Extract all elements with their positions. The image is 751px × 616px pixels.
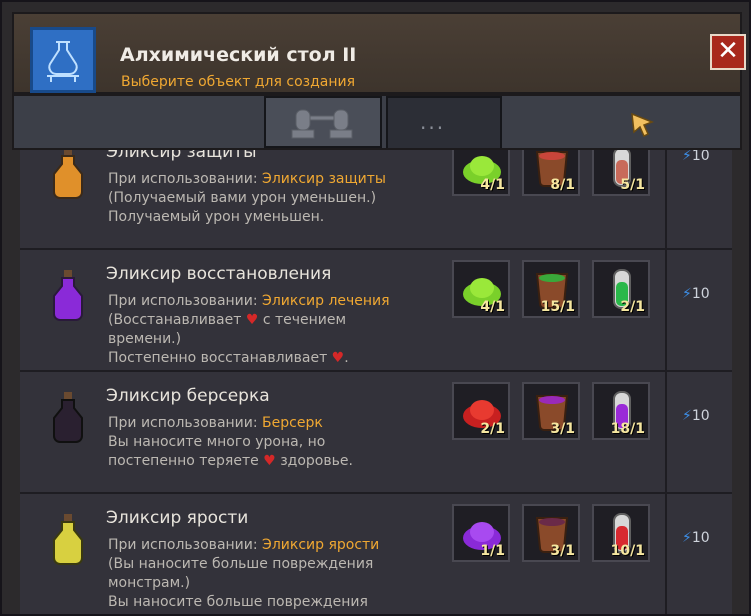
heart-icon: ♥ — [263, 453, 276, 469]
close-button[interactable]: ✕ — [710, 34, 746, 70]
recipe-name: Эликсир ярости — [106, 508, 249, 528]
orange-potion-icon — [53, 150, 83, 199]
window-subtitle: Выберите объект для создания — [121, 74, 356, 90]
recipe-row[interactable]: Эликсир восстановления При использовании… — [20, 250, 732, 372]
window-title: Алхимический стол II — [120, 44, 357, 66]
energy-icon: ⚡ — [682, 408, 692, 424]
row-divider — [665, 150, 667, 250]
recipe-name: Эликсир защиты — [106, 150, 257, 162]
craft-cost: ⚡10 — [682, 150, 710, 164]
purple-potion-icon — [53, 270, 83, 321]
ingredient-slot[interactable]: 4/1 — [452, 150, 510, 196]
cursor-icon — [631, 112, 655, 138]
row-divider — [665, 372, 667, 494]
recipe-description: При использовании: Эликсир ярости (Вы на… — [108, 537, 380, 610]
ingredient-slot[interactable]: 1/1 — [452, 504, 510, 562]
recipe-row[interactable]: Эликсир берсерка При использовании: Берс… — [20, 372, 732, 494]
black-potion-icon — [53, 392, 83, 443]
ingredient-slot[interactable]: 4/1 — [452, 260, 510, 318]
row-divider — [665, 250, 667, 372]
ingredient-slot[interactable]: 8/1 — [522, 150, 580, 196]
alchemy-table-icon — [30, 27, 96, 93]
recipe-name: Эликсир берсерка — [106, 386, 270, 406]
craft-cost: ⚡10 — [682, 530, 710, 546]
heart-icon: ♥ — [331, 350, 345, 366]
recipe-description: При использовании: Эликсир лечения (Восс… — [108, 293, 390, 366]
alchemy-window: Алхимический стол II Выберите объект для… — [0, 0, 751, 616]
ingredient-slot[interactable]: 3/1 — [522, 382, 580, 440]
ingredient-slot[interactable]: 2/1 — [452, 382, 510, 440]
recipe-name: Эликсир восстановления — [106, 264, 332, 284]
recipe-description: При использовании: Берсерк Вы наносите м… — [108, 415, 353, 469]
recipe-list: Эликсир защиты При использовании: Эликси… — [12, 150, 742, 614]
more-dots-icon: ··· — [420, 116, 446, 140]
ingredient-slot[interactable]: 5/1 — [592, 150, 650, 196]
energy-icon: ⚡ — [682, 150, 692, 164]
ingredient-slot[interactable]: 10/1 — [592, 504, 650, 562]
craft-cost: ⚡10 — [682, 408, 710, 424]
recipe-row[interactable]: Эликсир защиты При использовании: Эликси… — [20, 150, 732, 250]
tab-alchemy[interactable] — [264, 96, 382, 148]
alembic-icon — [291, 109, 353, 139]
window-header: Алхимический стол II Выберите объект для… — [12, 12, 746, 94]
craft-cost: ⚡10 — [682, 286, 710, 302]
ingredient-slot[interactable]: 18/1 — [592, 382, 650, 440]
row-divider — [665, 494, 667, 614]
energy-icon: ⚡ — [682, 286, 692, 302]
ingredient-slot[interactable]: 3/1 — [522, 504, 580, 562]
ingredient-slot[interactable]: 2/1 — [592, 260, 650, 318]
ingredient-slot[interactable]: 15/1 — [522, 260, 580, 318]
energy-icon: ⚡ — [682, 530, 692, 546]
heart-icon: ♥ — [245, 312, 259, 328]
yellow-potion-icon — [53, 514, 83, 565]
tab-more[interactable]: ··· — [386, 96, 502, 148]
recipe-row[interactable]: Эликсир ярости При использовании: Эликси… — [20, 494, 732, 614]
recipe-description: При использовании: Эликсир защиты (Получ… — [108, 171, 386, 225]
